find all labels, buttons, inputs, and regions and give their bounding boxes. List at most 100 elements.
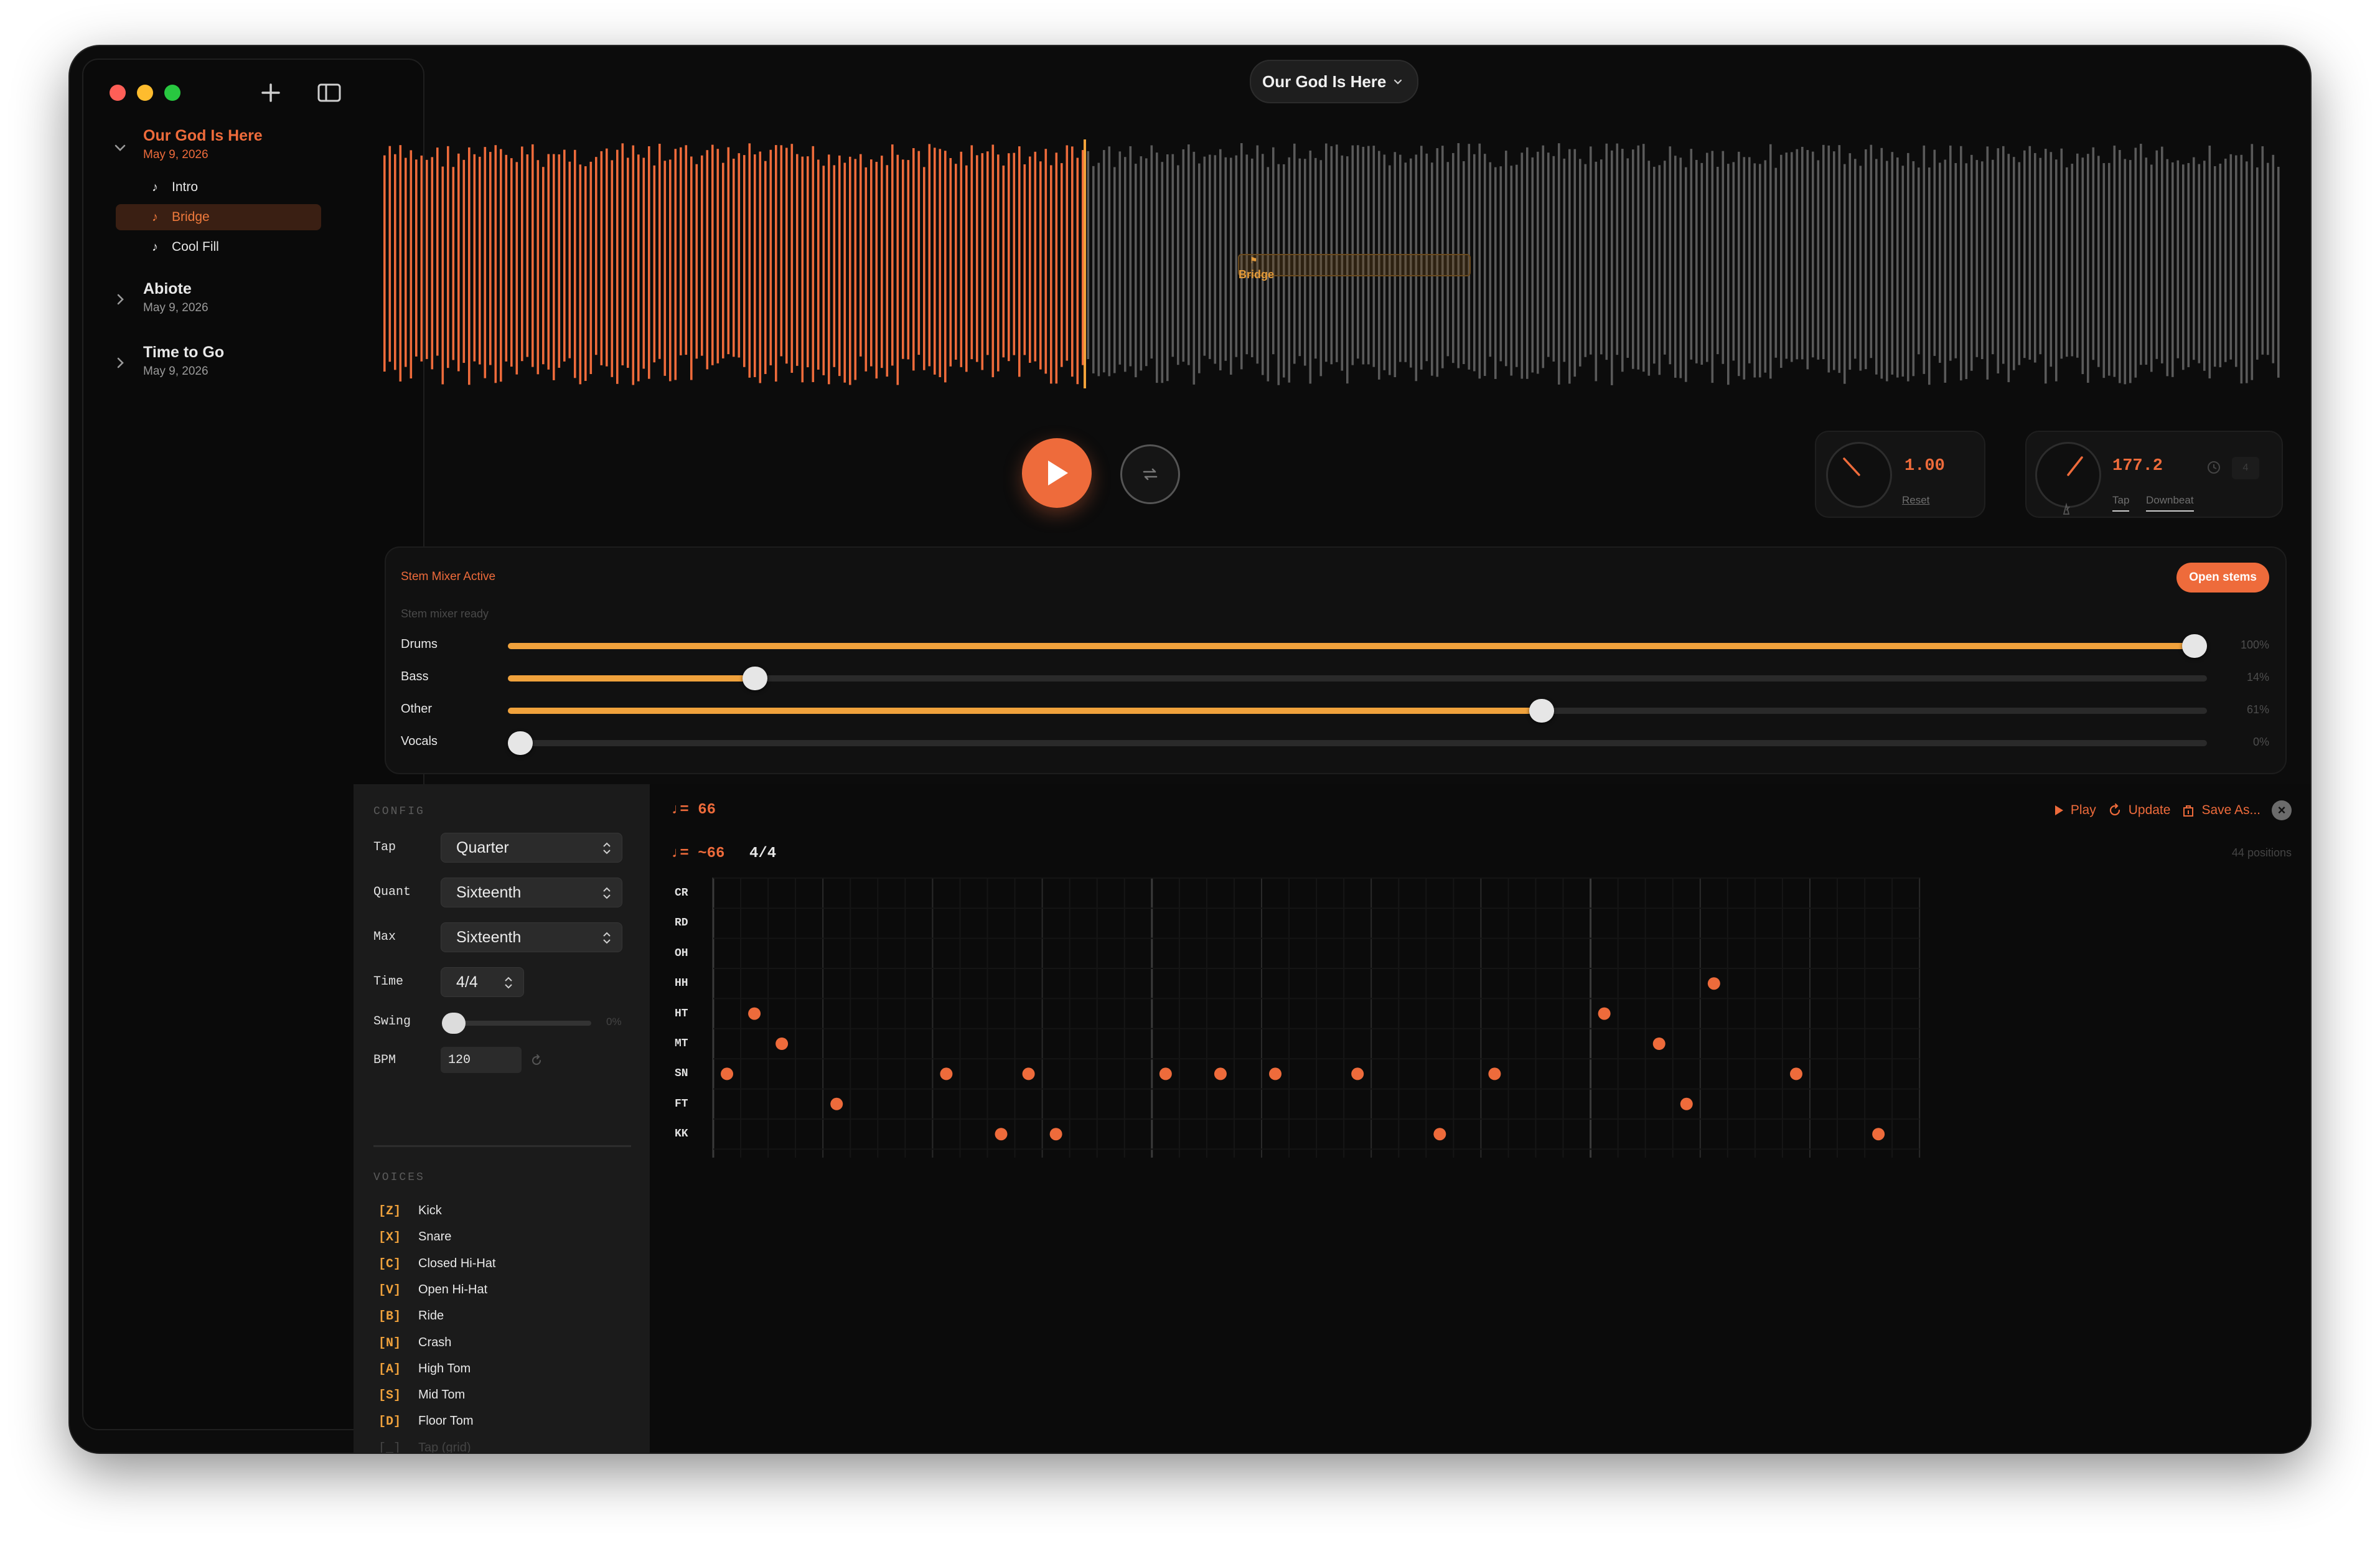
stem-volume-slider[interactable] <box>508 731 2207 755</box>
voice-item[interactable]: [A] High Tom <box>378 1362 471 1377</box>
waveform-bar <box>542 167 545 365</box>
swing-slider[interactable] <box>442 1013 591 1034</box>
voice-item[interactable]: [Z] Kick <box>378 1204 442 1219</box>
drum-hit[interactable] <box>1433 1128 1446 1141</box>
voice-item[interactable]: [_] Tap (grid) <box>378 1441 471 1453</box>
voice-item[interactable]: [S] Mid Tom <box>378 1388 465 1403</box>
drum-hit[interactable] <box>940 1067 953 1080</box>
voice-item[interactable]: [C] Closed Hi-Hat <box>378 1257 495 1272</box>
drum-hit[interactable] <box>1159 1067 1172 1080</box>
close-window-button[interactable] <box>110 85 126 101</box>
waveform-bar <box>1785 152 1788 359</box>
voice-item[interactable]: [D] Floor Tom <box>378 1414 474 1429</box>
drum-hit[interactable] <box>1598 1007 1611 1020</box>
voice-item[interactable]: [B] Ride <box>378 1309 444 1324</box>
drum-hit[interactable] <box>1351 1067 1364 1080</box>
song-title-menu[interactable]: Our God Is Here <box>1250 60 1419 103</box>
waveform-bar <box>2235 155 2237 367</box>
open-stems-button[interactable]: Open stems <box>2176 563 2269 593</box>
speed-knob[interactable] <box>1826 442 1892 508</box>
drum-hit[interactable] <box>748 1007 761 1020</box>
sidebar-toggle-icon[interactable] <box>315 78 344 107</box>
waveform-bar <box>1558 143 1560 385</box>
waveform-bar <box>759 151 762 383</box>
chevron-right-icon[interactable] <box>113 293 127 306</box>
speed-value[interactable]: 1.00 <box>1904 457 1945 476</box>
song-title-menu-label: Our God Is Here <box>1262 72 1387 91</box>
section-item-intro[interactable]: ♪ Intro <box>116 174 321 200</box>
quant-select[interactable]: Sixteenth <box>441 878 622 907</box>
voice-item[interactable]: [N] Crash <box>378 1336 451 1351</box>
tempo-knob[interactable] <box>2035 442 2101 508</box>
chevron-right-icon[interactable] <box>113 356 127 370</box>
stem-volume-thumb[interactable] <box>1529 699 1554 723</box>
speed-reset-link[interactable]: Reset <box>1902 494 1929 507</box>
waveform-bar <box>1970 154 1973 371</box>
stem-volume-thumb[interactable] <box>508 731 533 755</box>
drum-hit[interactable] <box>1707 977 1720 990</box>
waveform-bar <box>584 166 587 382</box>
waveform-bar <box>743 155 746 367</box>
drum-hit[interactable] <box>1022 1067 1035 1080</box>
drum-hit[interactable] <box>775 1038 789 1050</box>
minimize-window-button[interactable] <box>137 85 153 101</box>
voice-key: [N] <box>378 1336 401 1351</box>
loop-button[interactable] <box>1120 444 1180 504</box>
stem-volume-thumb[interactable] <box>742 667 767 690</box>
tap-button[interactable]: Tap <box>2112 494 2130 512</box>
waveform-bar <box>944 151 947 383</box>
drum-hit[interactable] <box>1488 1067 1501 1080</box>
max-select[interactable]: Sixteenth <box>441 922 622 952</box>
stem-volume-slider[interactable] <box>508 667 2207 690</box>
downbeat-button[interactable]: Downbeat <box>2146 494 2194 512</box>
swing-slider-thumb[interactable] <box>442 1013 466 1034</box>
drum-hit[interactable] <box>1652 1038 1666 1050</box>
voice-item[interactable]: [X] Snare <box>378 1230 451 1245</box>
play-button[interactable] <box>1022 438 1092 508</box>
drum-hit[interactable] <box>1680 1097 1693 1110</box>
waveform-bar <box>764 161 767 374</box>
clock-icon[interactable] <box>2206 459 2222 476</box>
waveform-bar <box>1071 146 1074 377</box>
playhead[interactable] <box>1084 139 1086 388</box>
drum-hit[interactable] <box>1269 1067 1282 1080</box>
drum-hit[interactable] <box>830 1097 843 1110</box>
waveform-bar <box>579 164 582 385</box>
waveform-bar <box>2039 157 2042 355</box>
drum-hit[interactable] <box>1049 1128 1062 1141</box>
waveform-bar <box>2102 163 2106 378</box>
drum-hit[interactable] <box>1214 1067 1227 1080</box>
stem-volume-value: 0% <box>2252 736 2269 748</box>
bpm-input[interactable]: 120 <box>441 1047 522 1073</box>
stem-volume-slider[interactable] <box>508 699 2207 723</box>
waveform-bar <box>410 150 413 379</box>
zoom-window-button[interactable] <box>164 85 180 101</box>
drum-hit[interactable] <box>721 1067 734 1080</box>
beats-field[interactable]: 4 <box>2232 457 2259 479</box>
drum-grid[interactable] <box>650 784 2310 1158</box>
waveform-bar <box>1880 148 1883 379</box>
refresh-icon[interactable] <box>529 1053 544 1068</box>
waveform-bar <box>1029 156 1031 363</box>
tap-select[interactable]: Quarter <box>441 833 622 863</box>
tempo-value[interactable]: 177.2 <box>2112 457 2163 476</box>
drum-hit[interactable] <box>1789 1067 1802 1080</box>
waveform-bar <box>547 154 550 370</box>
waveform-bar <box>881 156 883 368</box>
section-item-cool-fill[interactable]: ♪ Cool Fill <box>116 234 321 260</box>
drum-hit[interactable] <box>1872 1128 1885 1141</box>
plus-icon[interactable] <box>256 78 285 107</box>
drum-hit[interactable] <box>995 1128 1008 1141</box>
waveform-bar <box>1706 152 1708 362</box>
stem-volume-thumb[interactable] <box>2182 634 2207 658</box>
waveform-bar <box>1664 161 1666 355</box>
chevron-down-icon[interactable] <box>113 141 127 154</box>
stem-volume-slider[interactable] <box>508 634 2207 658</box>
time-select[interactable]: 4/4 <box>441 967 524 997</box>
waveform-bar <box>595 157 597 355</box>
section-item-bridge[interactable]: ♪ Bridge <box>116 204 321 230</box>
stem-volume-fill <box>508 643 2195 649</box>
voice-item[interactable]: [V] Open Hi-Hat <box>378 1283 487 1298</box>
waveform-bar <box>462 159 466 363</box>
time-label: Time <box>373 975 404 989</box>
